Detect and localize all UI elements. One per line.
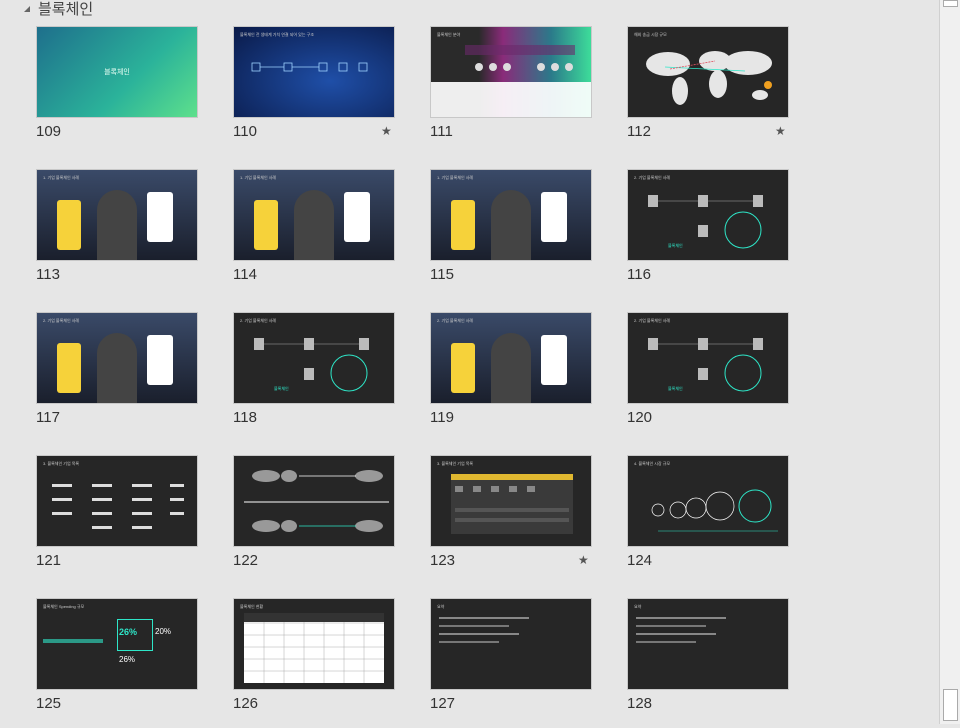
slide-thumb-title: 2. 기업 블록체인 사례 — [437, 318, 474, 323]
slide-preview[interactable]: 2. 기업 블록체인 사례 블록체인 — [627, 169, 789, 261]
slide-thumbnail-125[interactable]: 블록체인 Spending 규모 26% 20% 26% 125 — [36, 598, 206, 728]
slide-thumbnail-109[interactable]: 블록체인 109 — [36, 26, 206, 156]
slide-thumbnail-124[interactable]: 4. 블록체인 시장 규모 124 — [627, 455, 797, 585]
star-icon: ★ — [578, 553, 589, 567]
slide-thumbnail-110[interactable]: 블록체인 전 생태계 가치 연결 되어 있는 구조 110 ★ — [233, 26, 403, 156]
vertical-scrollbar[interactable] — [939, 0, 960, 724]
slide-thumbnail-122[interactable]: 122 — [233, 455, 403, 585]
slide-thumb-title: 해외 송금 시장 규모 — [634, 32, 667, 37]
slide-thumbnail-120[interactable]: 2. 기업 블록체인 사례 블록체인 120 — [627, 312, 797, 442]
slide-number: 115 — [430, 266, 454, 283]
slide-preview[interactable]: 2. 기업 블록체인 사례 블록체인 — [233, 312, 395, 404]
slide-thumb-title: 1. 기업 블록체인 사례 — [437, 175, 474, 180]
treemap-value: 26% — [119, 655, 136, 664]
slide-thumbnail-114[interactable]: 1. 기업 블록체인 사례 114 — [233, 169, 403, 299]
slide-thumb-title: 2. 기업 블록체인 사례 — [634, 175, 671, 180]
slide-thumb-title: 2. 기업 블록체인 사례 — [43, 318, 80, 323]
scroll-up-button[interactable] — [943, 0, 958, 7]
slide-thumb-title: 블록체인 현황 — [240, 604, 264, 609]
slide-preview[interactable]: 1. 기업 블록체인 사례 — [36, 169, 198, 261]
slide-preview[interactable]: 블록체인 분야 — [430, 26, 592, 118]
slide-thumb-title: 요약 — [634, 604, 642, 609]
slide-number: 110 — [233, 123, 257, 140]
slide-thumb-title: 블록체인 전 생태계 가치 연결 되어 있는 구조 — [240, 32, 315, 37]
slide-number: 114 — [233, 266, 257, 283]
slide-number: 113 — [36, 266, 60, 283]
star-icon: ★ — [381, 124, 392, 138]
slide-preview[interactable]: 요약 — [430, 598, 592, 690]
slide-thumbnail-123[interactable]: 3. 블록체인 기업 목록 123 ★ — [430, 455, 600, 585]
slide-preview[interactable]: 블록체인 현황 — [233, 598, 395, 690]
slide-number: 125 — [36, 695, 62, 712]
slide-preview[interactable]: 요약 — [627, 598, 789, 690]
scroll-thumb[interactable] — [943, 689, 958, 721]
slide-number: 117 — [36, 409, 60, 426]
slide-thumb-title: 4. 블록체인 시장 규모 — [634, 461, 671, 466]
slide-preview[interactable] — [233, 455, 395, 547]
slide-number: 116 — [627, 266, 651, 283]
slide-preview[interactable]: 해외 송금 시장 규모 — [627, 26, 789, 118]
slide-number: 119 — [430, 409, 454, 426]
section-header[interactable]: 블록체인 — [0, 0, 940, 18]
collapse-triangle-icon[interactable] — [21, 0, 33, 16]
slide-thumb-title: 1. 기업 블록체인 사례 — [43, 175, 80, 180]
svg-text:블록체인: 블록체인 — [668, 242, 683, 248]
slide-thumb-title: 2. 기업 블록체인 사례 — [240, 318, 277, 323]
slide-thumb-title: 1. 기업 블록체인 사례 — [240, 175, 277, 180]
slide-preview[interactable]: 블록체인 전 생태계 가치 연결 되어 있는 구조 — [233, 26, 395, 118]
slide-number: 126 — [233, 695, 259, 712]
slide-thumbnail-119[interactable]: 2. 기업 블록체인 사례 119 — [430, 312, 600, 442]
slide-thumbnail-118[interactable]: 2. 기업 블록체인 사례 블록체인 118 — [233, 312, 403, 442]
slide-number: 123 — [430, 552, 456, 569]
slide-number: 112 — [627, 123, 651, 140]
treemap-value: 26% — [119, 627, 138, 637]
slide-preview[interactable]: 1. 기업 블록체인 사례 — [233, 169, 395, 261]
star-icon: ★ — [775, 124, 786, 138]
slide-number: 109 — [36, 123, 62, 140]
slide-thumbnail-115[interactable]: 1. 기업 블록체인 사례 115 — [430, 169, 600, 299]
slide-preview[interactable]: 2. 기업 블록체인 사례 — [430, 312, 592, 404]
slide-thumbnail-113[interactable]: 1. 기업 블록체인 사례 113 — [36, 169, 206, 299]
slide-thumbnail-117[interactable]: 2. 기업 블록체인 사례 117 — [36, 312, 206, 442]
slide-thumbnail-116[interactable]: 2. 기업 블록체인 사례 블록체인 116 — [627, 169, 797, 299]
slide-thumbnail-112[interactable]: 해외 송금 시장 규모 112 ★ — [627, 26, 797, 156]
slide-number: 127 — [430, 695, 456, 712]
slide-preview[interactable]: 3. 블록체인 기업 목록 — [36, 455, 198, 547]
slide-number: 122 — [233, 552, 259, 569]
slide-preview[interactable]: 1. 기업 블록체인 사례 — [430, 169, 592, 261]
slide-preview[interactable]: 블록체인 Spending 규모 26% 20% 26% — [36, 598, 198, 690]
slide-thumb-title: 블록체인 Spending 규모 — [43, 604, 85, 609]
slide-preview[interactable]: 블록체인 — [36, 26, 198, 118]
slide-preview[interactable]: 2. 기업 블록체인 사례 — [36, 312, 198, 404]
slide-thumb-title: 3. 블록체인 기업 목록 — [43, 461, 80, 466]
slide-thumbnail-111[interactable]: 블록체인 분야 111 — [430, 26, 600, 156]
svg-text:블록체인: 블록체인 — [668, 385, 683, 391]
slide-preview[interactable]: 2. 기업 블록체인 사례 블록체인 — [627, 312, 789, 404]
slide-thumbnail-126[interactable]: 블록체인 현황 126 — [233, 598, 403, 728]
slide-thumbnail-127[interactable]: 요약 127 — [430, 598, 600, 728]
slide-thumb-title: 요약 — [437, 604, 445, 609]
slide-thumb-title: 블록체인 — [104, 69, 130, 76]
slide-thumbnail-128[interactable]: 요약 128 — [627, 598, 797, 728]
treemap-value: 20% — [155, 627, 172, 636]
slide-number: 120 — [627, 409, 653, 426]
section-title: 블록체인 — [38, 1, 94, 18]
slide-number: 118 — [233, 409, 257, 426]
slide-preview[interactable]: 3. 블록체인 기업 목록 — [430, 455, 592, 547]
svg-text:블록체인: 블록체인 — [274, 385, 289, 391]
slide-number: 128 — [627, 695, 653, 712]
slide-thumb-title: 2. 기업 블록체인 사례 — [634, 318, 671, 323]
slide-number: 124 — [627, 552, 653, 569]
slide-preview[interactable]: 4. 블록체인 시장 규모 — [627, 455, 789, 547]
slide-number: 121 — [36, 552, 62, 569]
slide-thumb-title: 3. 블록체인 기업 목록 — [437, 461, 474, 466]
slide-thumbnail-121[interactable]: 3. 블록체인 기업 목록 121 — [36, 455, 206, 585]
slide-number: 111 — [430, 123, 453, 140]
slide-thumb-title: 블록체인 분야 — [437, 32, 461, 37]
